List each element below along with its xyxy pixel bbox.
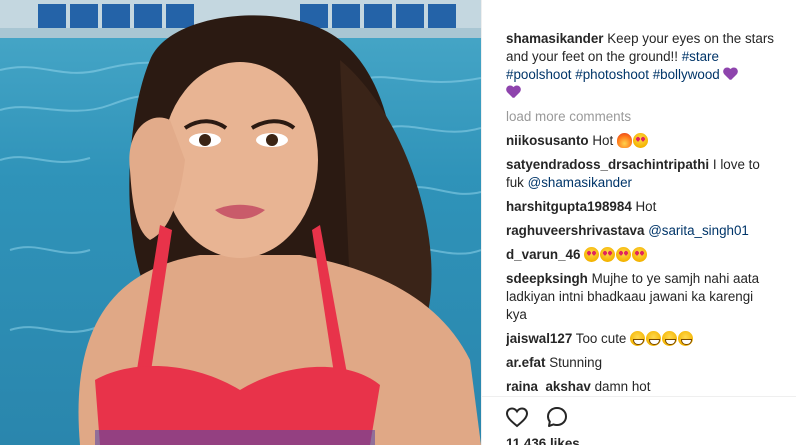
comment-text: Stunning (549, 355, 603, 370)
post-photo-art (0, 0, 481, 445)
purple-heart-icon (723, 68, 738, 82)
actions-divider (482, 396, 796, 397)
caption-username[interactable]: shamasikander (506, 31, 604, 46)
post-caption: shamasikander Keep your eyes on the star… (506, 30, 776, 102)
post-actions (504, 404, 570, 430)
comment-text: Hot (635, 199, 657, 214)
grin-emoji-icon (678, 331, 694, 346)
comment-item: d_varun_46 (506, 246, 776, 264)
comment-text: Too cute (575, 331, 627, 346)
comment-item: satyendradoss_drsachintripathi I love to… (506, 156, 776, 192)
load-more-comments-button[interactable]: load more comments (506, 108, 776, 126)
heart-eyes-emoji-icon (616, 247, 632, 262)
hashtag-link[interactable]: #bollywood (653, 67, 720, 82)
grin-emoji-icon (630, 331, 646, 346)
likes-count[interactable]: 11,436 likes (506, 436, 580, 445)
comment-item: jaiswal127 Too cute (506, 330, 776, 348)
comment-username[interactable]: ar.efat (506, 355, 545, 370)
mention-link[interactable]: @shamasikander (528, 175, 632, 190)
heart-eyes-emoji-icon (584, 247, 600, 262)
comment-item: niikosusanto Hot (506, 132, 776, 150)
heart-eyes-emoji-icon (632, 133, 648, 148)
comments-panel: shamasikander Keep your eyes on the star… (481, 0, 796, 445)
comment-item: raghuveershrivastava @sarita_singh01 (506, 222, 776, 240)
comment-button[interactable] (544, 404, 570, 430)
comment-item: raina_akshav damn hot (506, 378, 776, 392)
heart-eyes-emoji-icon (600, 247, 616, 262)
purple-heart-icon (506, 86, 521, 100)
comment-bubble-icon (547, 407, 567, 427)
grin-emoji-icon (662, 331, 678, 346)
post-photo[interactable] (0, 0, 481, 445)
comment-username[interactable]: d_varun_46 (506, 247, 580, 262)
comment-username[interactable]: sdeepksingh (506, 271, 588, 286)
comment-item: sdeepksingh Mujhe to ye samjh nahi aata … (506, 270, 776, 324)
heart-icon (505, 407, 529, 428)
mention-link[interactable]: @sarita_singh01 (648, 223, 749, 238)
fire-icon (616, 133, 632, 148)
comment-username[interactable]: harshitgupta198984 (506, 199, 632, 214)
comment-username[interactable]: raghuveershrivastava (506, 223, 644, 238)
heart-eyes-emoji-icon (632, 247, 648, 262)
comment-username[interactable]: jaiswal127 (506, 331, 572, 346)
comment-username[interactable]: niikosusanto (506, 133, 589, 148)
comment-text: damn hot (594, 379, 651, 392)
grin-emoji-icon (646, 331, 662, 346)
hashtag-link[interactable]: #photoshoot (575, 67, 649, 82)
comment-text: Hot (592, 133, 614, 148)
like-button[interactable] (504, 404, 530, 430)
comment-username[interactable]: raina_akshav (506, 379, 591, 392)
comment-item: harshitgupta198984 Hot (506, 198, 776, 216)
comment-item: ar.efat Stunning (506, 354, 776, 372)
comment-username[interactable]: satyendradoss_drsachintripathi (506, 157, 709, 172)
hashtag-link[interactable]: #poolshoot (506, 67, 572, 82)
hashtag-link[interactable]: #stare (682, 49, 719, 64)
comments-list: shamasikander Keep your eyes on the star… (506, 30, 776, 392)
